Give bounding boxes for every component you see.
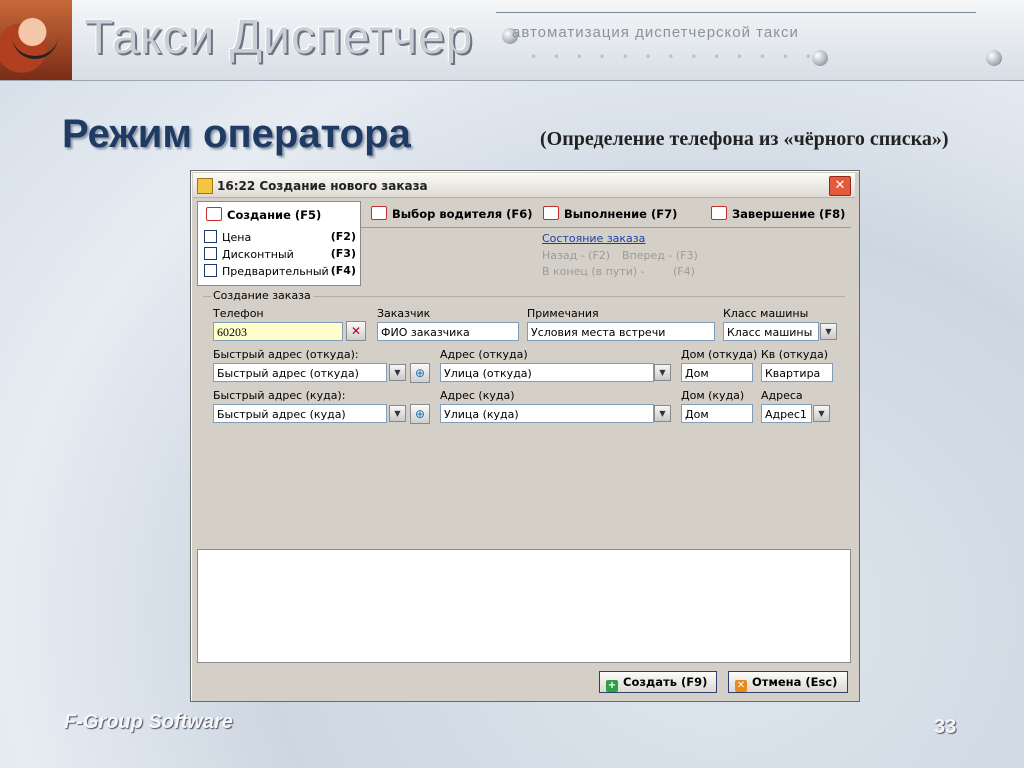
apt-from-input[interactable]: Квартира xyxy=(761,363,833,382)
nav-forward[interactable]: Вперед - (F3) xyxy=(622,249,698,262)
tab-create[interactable]: Создание (F5) xyxy=(197,201,361,228)
button-label: Создать (F9) xyxy=(623,675,708,689)
tab-divider xyxy=(359,227,851,228)
group-label: Создание заказа xyxy=(211,289,313,302)
plus-icon: + xyxy=(606,680,618,692)
nav-back[interactable]: Назад - (F2) xyxy=(542,249,610,262)
tab-execution[interactable]: Выполнение (F7) xyxy=(535,201,695,227)
chevron-down-icon[interactable]: ▼ xyxy=(654,364,671,381)
quick-to-select[interactable]: Быстрый адрес (куда) xyxy=(213,404,387,423)
option-hotkey: (F4) xyxy=(330,264,356,277)
banner-slogan: автоматизация диспетчерской такси xyxy=(512,24,799,41)
form-icon xyxy=(711,206,727,220)
customer-label: Заказчик xyxy=(377,307,431,320)
notes-input[interactable]: Условия места встречи xyxy=(527,322,715,341)
option-label: Предварительный xyxy=(222,265,329,278)
tab-label: Выполнение (F7) xyxy=(564,207,678,221)
tab-completion[interactable]: Завершение (F8) xyxy=(703,201,853,227)
slide-subtitle: (Определение телефона из «чёрного списка… xyxy=(540,128,949,150)
slide-title: Режим оператора xyxy=(62,112,411,156)
addr-from-select[interactable]: Улица (откуда) xyxy=(440,363,654,382)
house-to-input[interactable]: Дом xyxy=(681,404,753,423)
car-class-label: Класс машины xyxy=(723,307,809,320)
form-icon xyxy=(543,206,559,220)
tab-label: Создание (F5) xyxy=(227,208,322,222)
phone-input[interactable]: 60203 xyxy=(213,322,343,341)
blacklist-x-icon[interactable]: ✕ xyxy=(346,321,366,341)
tab-label: Завершение (F8) xyxy=(732,207,846,221)
brand-title: Такси Диспетчер xyxy=(84,11,474,64)
option-label: Дисконтный xyxy=(222,248,294,261)
cancel-button[interactable]: ✕ Отмена (Esc) xyxy=(728,671,848,693)
decor-dots: • • • • • • • • • • • • • xyxy=(530,50,818,64)
quick-to-label: Быстрый адрес (куда): xyxy=(213,389,346,402)
footer-company: F-Group Software xyxy=(64,711,233,733)
house-from-label: Дом (откуда) xyxy=(681,348,758,361)
customer-input[interactable]: ФИО заказчика xyxy=(377,322,519,341)
globe-add-icon[interactable]: ⊕ xyxy=(410,404,430,424)
quick-from-label: Быстрый адрес (откуда): xyxy=(213,348,359,361)
nav-to-end-hotkey: (F4) xyxy=(673,265,695,278)
option-hotkey: (F2) xyxy=(330,230,356,243)
option-price[interactable]: Цена (F2) xyxy=(204,230,356,246)
tab-driver-select[interactable]: Выбор водителя (F6) xyxy=(363,201,533,227)
notes-label: Примечания xyxy=(527,307,599,320)
addresses-select[interactable]: Адрес1 xyxy=(761,404,812,423)
cancel-icon: ✕ xyxy=(735,680,747,692)
discount-checkbox[interactable] xyxy=(204,247,217,260)
nav-to-end[interactable]: В конец (в пути) - xyxy=(542,265,645,278)
orders-list[interactable] xyxy=(197,549,851,663)
form-icon xyxy=(206,207,222,221)
slide-number: 33 xyxy=(934,716,957,738)
house-from-input[interactable]: Дом xyxy=(681,363,753,382)
price-checkbox[interactable] xyxy=(204,230,217,243)
quick-from-select[interactable]: Быстрый адрес (откуда) xyxy=(213,363,387,382)
chevron-down-icon[interactable]: ▼ xyxy=(389,405,406,422)
form-icon xyxy=(371,206,387,220)
decor-ball-icon xyxy=(986,50,1002,66)
new-order-dialog: 16:22 Создание нового заказа ✕ Создание … xyxy=(190,170,860,702)
dialog-titlebar[interactable]: 16:22 Создание нового заказа ✕ xyxy=(193,173,855,198)
button-label: Отмена (Esc) xyxy=(752,675,838,689)
addr-from-label: Адрес (откуда) xyxy=(440,348,528,361)
preliminary-checkbox[interactable] xyxy=(204,264,217,277)
banner-divider xyxy=(496,12,976,13)
close-button[interactable]: ✕ xyxy=(829,176,851,196)
car-class-select[interactable]: Класс машины xyxy=(723,322,819,341)
operator-photo xyxy=(0,0,72,80)
apt-from-label: Кв (откуда) xyxy=(761,348,829,361)
tab-label: Выбор водителя (F6) xyxy=(392,207,533,221)
house-to-label: Дом (куда) xyxy=(681,389,745,402)
create-button[interactable]: + Создать (F9) xyxy=(599,671,717,693)
addresses-label: Адреса xyxy=(761,389,803,402)
phone-label: Телефон xyxy=(213,307,264,320)
option-preliminary[interactable]: Предварительный (F4) xyxy=(204,264,356,280)
order-status-link[interactable]: Состояние заказа xyxy=(542,232,645,245)
order-options-panel: Цена (F2) Дисконтный (F3) Предварительны… xyxy=(197,227,361,286)
app-icon xyxy=(197,178,213,194)
chevron-down-icon[interactable]: ▼ xyxy=(820,323,837,340)
globe-add-icon[interactable]: ⊕ xyxy=(410,363,430,383)
addr-to-select[interactable]: Улица (куда) xyxy=(440,404,654,423)
decor-ball-icon xyxy=(812,50,828,66)
option-label: Цена xyxy=(222,231,252,244)
option-hotkey: (F3) xyxy=(330,247,356,260)
chevron-down-icon[interactable]: ▼ xyxy=(654,405,671,422)
chevron-down-icon[interactable]: ▼ xyxy=(813,405,830,422)
addr-to-label: Адрес (куда) xyxy=(440,389,515,402)
dialog-title: 16:22 Создание нового заказа xyxy=(217,179,428,193)
option-discount[interactable]: Дисконтный (F3) xyxy=(204,247,356,263)
chevron-down-icon[interactable]: ▼ xyxy=(389,364,406,381)
presentation-banner: Такси Диспетчер автоматизация диспетчерс… xyxy=(0,0,1024,81)
headset-icon xyxy=(12,30,58,59)
